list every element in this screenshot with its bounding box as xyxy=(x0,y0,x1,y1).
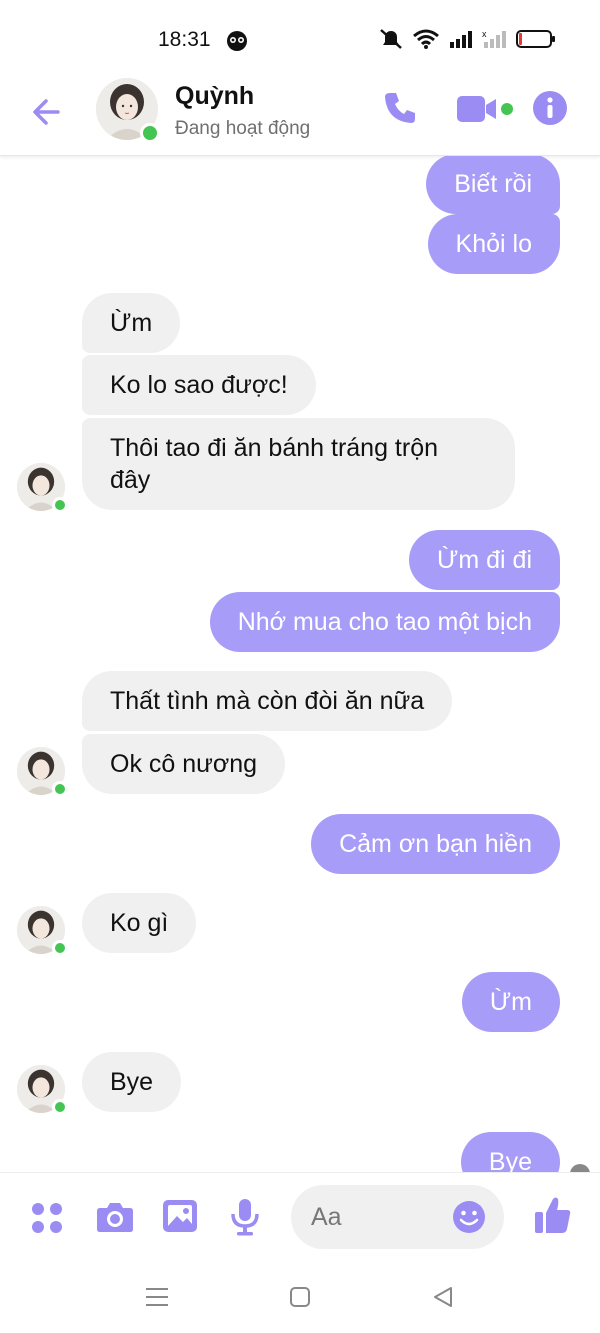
message-bubble-incoming[interactable]: Thôi tao đi ăn bánh tráng trộn đây xyxy=(82,418,515,510)
like-thumbs-up-icon[interactable] xyxy=(534,1195,572,1235)
presence-status: Đang hoạt động xyxy=(175,118,311,139)
message-input[interactable]: Aa xyxy=(291,1185,504,1249)
battery-icon xyxy=(516,30,555,48)
contact-avatar-small[interactable] xyxy=(17,1065,68,1115)
seen-avatar-icon xyxy=(570,1164,590,1172)
app-notification-icon xyxy=(227,31,247,51)
message-input-placeholder: Aa xyxy=(311,1203,342,1231)
message-bubble-outgoing[interactable]: Ừm đi đi xyxy=(409,530,560,590)
wifi-icon xyxy=(413,29,439,49)
composer-bar: Aa xyxy=(0,1172,600,1262)
contact-avatar-small[interactable] xyxy=(17,906,68,956)
back-nav-icon[interactable] xyxy=(431,1285,455,1309)
message-bubble-incoming[interactable]: Thất tình mà còn đòi ăn nữa xyxy=(82,671,453,731)
contact-avatar-small[interactable] xyxy=(17,747,68,797)
message-bubble-outgoing[interactable]: Biết rồi xyxy=(426,156,560,214)
svg-text:x: x xyxy=(482,29,487,39)
system-navigation-bar xyxy=(0,1262,600,1333)
message-bubble-outgoing[interactable]: Khỏi lo xyxy=(427,214,560,274)
message-bubble-outgoing[interactable]: Nhớ mua cho tao một bịch xyxy=(209,592,560,652)
conversation-header: Quỳnh Đang hoạt động xyxy=(0,72,600,156)
signal-icon xyxy=(450,31,472,48)
message-bubble-outgoing[interactable]: Bye xyxy=(460,1132,560,1172)
recent-apps-icon[interactable] xyxy=(145,1286,169,1308)
back-arrow-icon[interactable] xyxy=(28,92,68,132)
microphone-icon[interactable] xyxy=(230,1198,260,1236)
online-indicator xyxy=(140,123,160,143)
gallery-icon[interactable] xyxy=(162,1199,198,1233)
phone-call-icon[interactable] xyxy=(382,90,418,126)
message-line: đây xyxy=(110,466,151,494)
contact-name[interactable]: Quỳnh xyxy=(175,82,254,111)
video-call-icon[interactable] xyxy=(456,94,514,124)
status-bar: 18:31 x xyxy=(0,0,600,72)
info-icon[interactable] xyxy=(532,90,568,126)
mute-bell-icon xyxy=(380,29,402,49)
message-bubble-outgoing[interactable]: Cảm ơn bạn hiền xyxy=(311,814,560,874)
signal-2-icon: x xyxy=(482,29,506,48)
camera-icon[interactable] xyxy=(96,1200,134,1234)
message-bubble-incoming[interactable]: Ok cô nương xyxy=(82,734,286,794)
apps-menu-icon[interactable] xyxy=(30,1201,64,1235)
message-list[interactable]: Biết rồi Khỏi lo Ừm Ko lo sao được! Thôi… xyxy=(0,156,600,1172)
contact-avatar[interactable] xyxy=(96,78,160,143)
online-indicator xyxy=(52,940,68,956)
home-icon[interactable] xyxy=(289,1286,311,1308)
message-bubble-incoming[interactable]: Ko gì xyxy=(82,893,197,953)
message-bubble-incoming[interactable]: Ừm xyxy=(82,293,181,353)
message-bubble-incoming[interactable]: Bye xyxy=(82,1052,182,1112)
online-indicator xyxy=(52,497,68,513)
contact-avatar-small[interactable] xyxy=(17,463,68,513)
message-line: Thôi tao đi ăn bánh tráng trộn xyxy=(110,434,439,462)
message-bubble-incoming[interactable]: Ko lo sao được! xyxy=(82,355,316,415)
online-indicator xyxy=(52,1099,68,1115)
status-time: 18:31 xyxy=(158,28,211,51)
message-bubble-outgoing[interactable]: Ừm xyxy=(461,972,560,1032)
emoji-icon[interactable] xyxy=(452,1200,486,1234)
online-indicator xyxy=(52,781,68,797)
